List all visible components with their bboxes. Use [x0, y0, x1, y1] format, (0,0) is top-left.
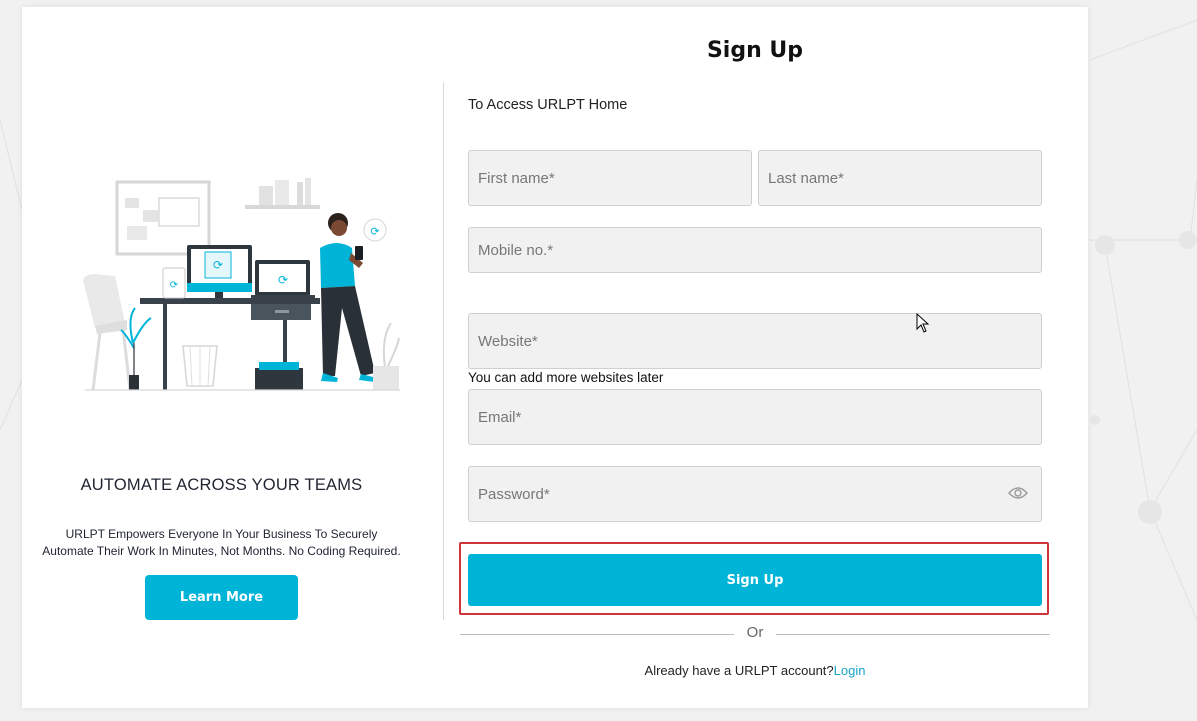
or-divider-right — [776, 634, 1050, 635]
workspace-illustration: ⟳ ⟳ ⟳ ⟳ — [83, 178, 400, 391]
first-name-input[interactable] — [468, 150, 752, 206]
svg-text:⟳: ⟳ — [278, 273, 288, 287]
mobile-input[interactable] — [468, 227, 1042, 273]
learn-more-button[interactable]: Learn More — [145, 575, 298, 620]
signup-button[interactable]: Sign Up — [468, 554, 1042, 606]
eye-icon[interactable] — [1008, 486, 1028, 500]
email-input[interactable] — [468, 389, 1042, 445]
svg-text:⟳: ⟳ — [213, 258, 223, 272]
svg-text:⟳: ⟳ — [170, 280, 179, 291]
page-subtitle: To Access URLPT Home — [468, 97, 628, 113]
website-input[interactable] — [468, 313, 1042, 369]
website-hint: You can add more websites later — [468, 370, 664, 385]
mouse-cursor-icon — [916, 313, 930, 333]
page-title: Sign Up — [706, 38, 804, 63]
login-row: Already have a URLPT account?Login — [468, 663, 1042, 678]
login-prompt: Already have a URLPT account? — [644, 663, 834, 678]
column-divider — [443, 82, 444, 620]
svg-text:⟳: ⟳ — [370, 225, 379, 238]
login-link[interactable]: Login — [834, 663, 866, 678]
password-input[interactable] — [468, 466, 1042, 522]
last-name-input[interactable] — [758, 150, 1042, 206]
or-text: Or — [746, 624, 764, 641]
or-divider-left — [460, 634, 734, 635]
left-description: URLPT Empowers Everyone In Your Business… — [42, 527, 401, 558]
left-heading: AUTOMATE ACROSS YOUR TEAMS — [80, 476, 363, 494]
